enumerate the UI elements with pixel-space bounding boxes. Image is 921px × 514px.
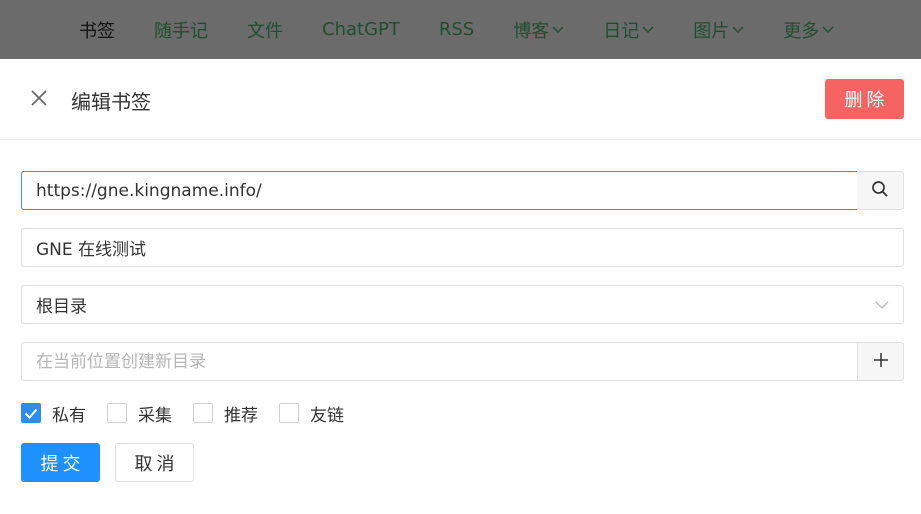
- nav-item-notes[interactable]: 随手记: [154, 17, 208, 43]
- checkbox-label: 推荐: [224, 405, 258, 426]
- submit-button[interactable]: 提交: [21, 443, 100, 482]
- checkbox-box[interactable]: [21, 403, 41, 423]
- nav-item-label: 更多: [783, 20, 820, 42]
- checkbox-box[interactable]: [193, 403, 213, 423]
- checkbox-label: 采集: [138, 405, 172, 426]
- chevron-down-icon: [642, 26, 654, 34]
- new-directory-input[interactable]: [22, 343, 857, 380]
- checkbox-recommend[interactable]: 推荐: [193, 401, 258, 426]
- panel-title: 编辑书签: [71, 90, 151, 114]
- nav-items: 书签 随手记 文件 ChatGPT RSS 博客 日记 图片 更多: [79, 0, 873, 59]
- nav-item-label: ChatGPT: [322, 19, 400, 40]
- close-icon[interactable]: [28, 87, 50, 109]
- nav-item-label: 博客: [513, 20, 550, 42]
- nav-item-blog[interactable]: 博客: [513, 17, 564, 43]
- checkbox-private[interactable]: 私有: [21, 401, 86, 426]
- title-field[interactable]: [21, 228, 904, 267]
- nav-item-more[interactable]: 更多: [783, 17, 834, 43]
- url-input[interactable]: [22, 172, 857, 209]
- nav-item-label: RSS: [438, 19, 475, 40]
- nav-item-label: 图片: [693, 20, 730, 42]
- check-icon: [24, 408, 38, 419]
- checkbox-box[interactable]: [107, 403, 127, 423]
- checkbox-label: 私有: [52, 405, 86, 426]
- chevron-down-icon: [875, 295, 889, 314]
- cancel-button[interactable]: 取消: [115, 443, 194, 482]
- chevron-down-icon: [732, 26, 744, 34]
- nav-item-diary[interactable]: 日记: [603, 17, 654, 43]
- chevron-down-icon: [822, 26, 834, 34]
- search-button[interactable]: [857, 171, 904, 210]
- top-navigation: 书签 随手记 文件 ChatGPT RSS 博客 日记 图片 更多: [0, 0, 921, 59]
- search-icon: [871, 180, 889, 202]
- panel-header: 编辑书签 删除: [0, 59, 921, 140]
- option-checkboxes: 私有 采集 推荐 友链: [21, 401, 365, 426]
- add-directory-button[interactable]: [857, 342, 904, 381]
- checkbox-collect[interactable]: 采集: [107, 401, 172, 426]
- checkbox-box[interactable]: [279, 403, 299, 423]
- nav-item-label: 随手记: [154, 20, 208, 42]
- nav-item-bookmarks[interactable]: 书签: [79, 17, 115, 43]
- nav-item-label: 书签: [79, 20, 115, 42]
- nav-item-label: 文件: [247, 20, 283, 42]
- nav-item-chatgpt[interactable]: ChatGPT: [322, 19, 400, 40]
- url-field[interactable]: [21, 171, 858, 210]
- nav-item-files[interactable]: 文件: [247, 17, 283, 43]
- edit-bookmark-panel: 编辑书签 删除 根目录 私有: [0, 59, 921, 514]
- plus-icon: [873, 352, 889, 372]
- nav-item-label: 日记: [603, 20, 640, 42]
- delete-button[interactable]: 删除: [825, 79, 904, 119]
- folder-select[interactable]: 根目录: [21, 285, 904, 324]
- folder-select-value: 根目录: [36, 297, 87, 317]
- new-directory-field[interactable]: [21, 342, 858, 381]
- chevron-down-icon: [552, 26, 564, 34]
- nav-item-images[interactable]: 图片: [693, 17, 744, 43]
- title-input[interactable]: [22, 229, 903, 266]
- checkbox-friend-link[interactable]: 友链: [279, 401, 344, 426]
- checkbox-label: 友链: [310, 405, 344, 426]
- nav-item-rss[interactable]: RSS: [439, 19, 474, 40]
